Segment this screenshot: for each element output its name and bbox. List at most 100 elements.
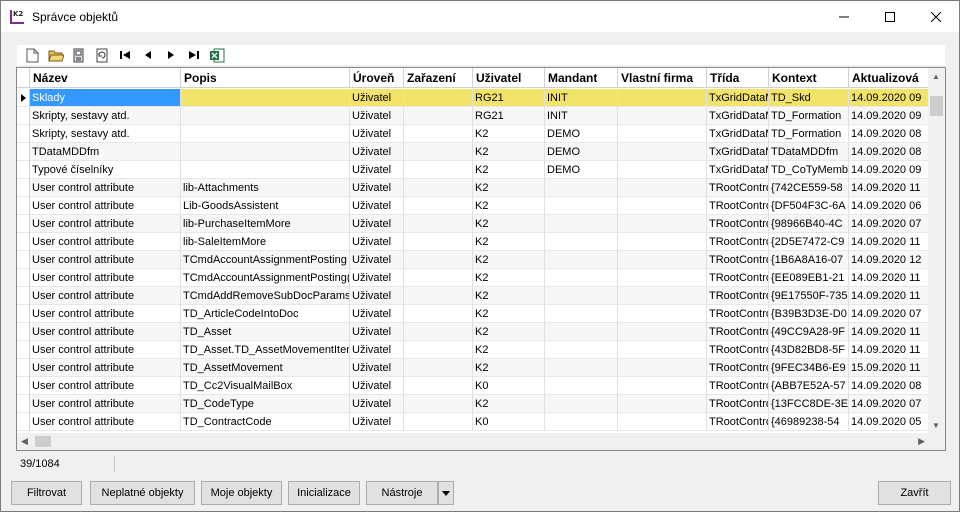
- table-row[interactable]: User control attribute lib-SaleItemMore Už…: [17, 233, 931, 251]
- table-row[interactable]: Skripty, sestavy atd. Uživatel K2 DEMO TxGri…: [17, 125, 931, 143]
- row-indicator-cell[interactable]: [17, 269, 30, 287]
- cell-user[interactable]: K2: [473, 287, 545, 305]
- table-row[interactable]: User control attribute TD_ContractCode Uži…: [17, 413, 931, 431]
- column-header[interactable]: Zařazení: [404, 68, 473, 88]
- cell-level[interactable]: Uživatel: [350, 143, 404, 161]
- export-excel-button[interactable]: [205, 46, 228, 64]
- horizontal-scrollbar[interactable]: ◀ ▶: [17, 433, 929, 450]
- cell-mandant[interactable]: [545, 179, 618, 197]
- row-indicator-cell[interactable]: [17, 377, 30, 395]
- table-row[interactable]: User control attribute TCmdAddRemoveSubDo…: [17, 287, 931, 305]
- cell-category[interactable]: [404, 395, 473, 413]
- row-indicator-cell[interactable]: [17, 179, 30, 197]
- cell-updated[interactable]: 15.09.2020 11: [849, 359, 931, 377]
- cell-mandant[interactable]: [545, 395, 618, 413]
- cell-company[interactable]: [618, 197, 707, 215]
- cell-category[interactable]: [404, 107, 473, 125]
- cell-context[interactable]: {ABB7E52A-57: [769, 377, 849, 395]
- cell-mandant[interactable]: [545, 377, 618, 395]
- row-indicator-cell[interactable]: [17, 125, 30, 143]
- cell-user[interactable]: K2: [473, 359, 545, 377]
- cell-category[interactable]: [404, 251, 473, 269]
- column-header[interactable]: Název: [30, 68, 181, 88]
- cell-level[interactable]: Uživatel: [350, 305, 404, 323]
- cell-description[interactable]: TD_ContractCode: [181, 413, 350, 431]
- cell-class[interactable]: TRootContro: [707, 359, 769, 377]
- cell-name[interactable]: User control attribute: [30, 215, 181, 233]
- cell-updated[interactable]: 14.09.2020 11: [849, 341, 931, 359]
- cell-context[interactable]: TD_Formation: [769, 107, 849, 125]
- close-button[interactable]: Zavřít: [878, 481, 951, 505]
- cell-user[interactable]: RG21: [473, 107, 545, 125]
- prev-record-button[interactable]: [136, 46, 159, 64]
- cell-level[interactable]: Uživatel: [350, 89, 404, 107]
- cell-updated[interactable]: 14.09.2020 07: [849, 305, 931, 323]
- cell-context[interactable]: {46989238-54: [769, 413, 849, 431]
- cell-name[interactable]: User control attribute: [30, 197, 181, 215]
- cell-updated[interactable]: 14.09.2020 11: [849, 179, 931, 197]
- cell-company[interactable]: [618, 179, 707, 197]
- cell-context[interactable]: {B39B3D3E-D0: [769, 305, 849, 323]
- cell-updated[interactable]: 14.09.2020 07: [849, 395, 931, 413]
- cell-name[interactable]: User control attribute: [30, 341, 181, 359]
- cell-class[interactable]: TRootContro: [707, 305, 769, 323]
- cell-context[interactable]: {2D5E7472-C9: [769, 233, 849, 251]
- cell-category[interactable]: [404, 287, 473, 305]
- tools-dropdown-button[interactable]: [438, 481, 454, 505]
- cell-description[interactable]: [181, 89, 350, 107]
- cell-mandant[interactable]: [545, 323, 618, 341]
- column-header[interactable]: Kontext: [769, 68, 849, 88]
- cell-user[interactable]: K2: [473, 323, 545, 341]
- cell-class[interactable]: TxGridDataM: [707, 161, 769, 179]
- cell-description[interactable]: TCmdAccountAssignmentPosting: [181, 251, 350, 269]
- cell-description[interactable]: lib-SaleItemMore: [181, 233, 350, 251]
- row-indicator-cell[interactable]: [17, 413, 30, 431]
- cell-level[interactable]: Uživatel: [350, 197, 404, 215]
- cell-name[interactable]: Skripty, sestavy atd.: [30, 107, 181, 125]
- cell-mandant[interactable]: DEMO: [545, 143, 618, 161]
- row-indicator-cell[interactable]: [17, 341, 30, 359]
- cell-name[interactable]: User control attribute: [30, 323, 181, 341]
- cell-company[interactable]: [618, 89, 707, 107]
- cell-category[interactable]: [404, 323, 473, 341]
- cell-level[interactable]: Uživatel: [350, 161, 404, 179]
- cell-user[interactable]: RG21: [473, 89, 545, 107]
- cell-level[interactable]: Uživatel: [350, 251, 404, 269]
- cell-level[interactable]: Uživatel: [350, 359, 404, 377]
- cell-user[interactable]: K2: [473, 341, 545, 359]
- cell-class[interactable]: TRootContro: [707, 251, 769, 269]
- cell-class[interactable]: TxGridDataM: [707, 125, 769, 143]
- cell-company[interactable]: [618, 233, 707, 251]
- scroll-down-icon[interactable]: ▼: [932, 421, 940, 430]
- cell-company[interactable]: [618, 125, 707, 143]
- cell-description[interactable]: [181, 161, 350, 179]
- table-row[interactable]: User control attribute TD_Asset Uživatel K2…: [17, 323, 931, 341]
- cell-category[interactable]: [404, 197, 473, 215]
- objects-grid[interactable]: Název Popis Úroveň Zařazení Uživatel Man…: [16, 67, 946, 451]
- row-indicator-cell[interactable]: [17, 161, 30, 179]
- cell-class[interactable]: TRootContro: [707, 269, 769, 287]
- cell-category[interactable]: [404, 161, 473, 179]
- cell-name[interactable]: User control attribute: [30, 377, 181, 395]
- cell-description[interactable]: [181, 125, 350, 143]
- cell-name[interactable]: Sklady: [30, 89, 181, 107]
- cell-description[interactable]: [181, 143, 350, 161]
- cell-level[interactable]: Uživatel: [350, 377, 404, 395]
- cell-level[interactable]: Uživatel: [350, 233, 404, 251]
- cell-user[interactable]: K2: [473, 143, 545, 161]
- cell-level[interactable]: Uživatel: [350, 395, 404, 413]
- cell-updated[interactable]: 14.09.2020 09: [849, 107, 931, 125]
- minimize-button[interactable]: [821, 1, 867, 32]
- cell-mandant[interactable]: INIT: [545, 107, 618, 125]
- cell-context[interactable]: {742CE559-58: [769, 179, 849, 197]
- cell-class[interactable]: TRootContro: [707, 233, 769, 251]
- cell-context[interactable]: {1B6A8A16-07: [769, 251, 849, 269]
- row-indicator-cell[interactable]: [17, 251, 30, 269]
- table-row[interactable]: User control attribute TD_ArticleCodeInto…: [17, 305, 931, 323]
- table-row-selected[interactable]: Sklady Uživatel RG21 INIT TxGridDataM TD_Skd 1…: [17, 89, 931, 107]
- row-indicator-cell[interactable]: [17, 359, 30, 377]
- scroll-left-icon[interactable]: ◀: [21, 436, 28, 447]
- cell-level[interactable]: Uživatel: [350, 179, 404, 197]
- cell-level[interactable]: Uživatel: [350, 125, 404, 143]
- cell-class[interactable]: TxGridDataM: [707, 107, 769, 125]
